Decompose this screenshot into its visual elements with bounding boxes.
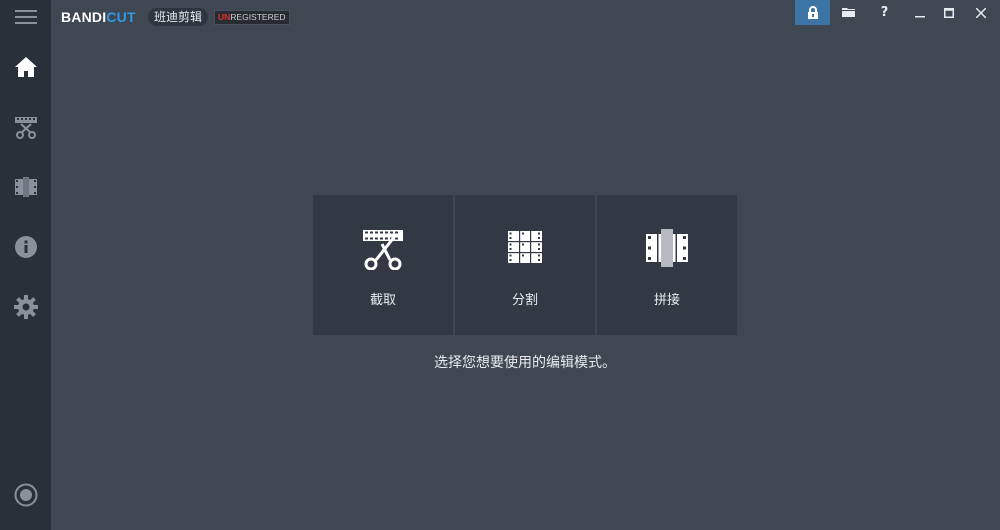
- info-icon: [14, 236, 37, 258]
- maximize-icon: [943, 7, 954, 18]
- sidebar-item-join[interactable]: [0, 165, 51, 209]
- help-button[interactable]: ?: [867, 0, 902, 25]
- lock-button[interactable]: [795, 0, 830, 25]
- sidebar-item-info[interactable]: [0, 225, 51, 269]
- close-icon: [975, 7, 986, 18]
- settings-icon: [13, 295, 38, 319]
- app-name-badge: 班迪剪辑: [148, 8, 209, 26]
- mode-split-button[interactable]: 分割: [455, 195, 595, 335]
- sidebar-item-settings[interactable]: [0, 285, 51, 329]
- mode-tiles: 截取 分割 拼接: [313, 195, 737, 335]
- mode-split-label: 分割: [511, 293, 538, 308]
- unregistered-prefix: UN: [218, 12, 231, 22]
- sidebar-item-home[interactable]: [0, 45, 51, 89]
- mode-trim-label: 截取: [369, 293, 396, 308]
- mode-join-button[interactable]: 拼接: [597, 195, 737, 335]
- trim-scissors-icon: [363, 230, 403, 270]
- sidebar-item-record[interactable]: [0, 473, 51, 517]
- home-icon: [14, 57, 37, 77]
- sidebar: [0, 0, 51, 530]
- hamburger-icon: [14, 9, 37, 24]
- minimize-icon: [914, 15, 925, 17]
- folder-icon: [841, 8, 855, 17]
- split-grid-icon: [508, 231, 542, 263]
- logo-text-bandi: BANDI: [61, 9, 107, 25]
- unregistered-suffix: REGISTERED: [230, 12, 286, 22]
- mode-trim-button[interactable]: 截取: [313, 195, 453, 335]
- open-folder-button[interactable]: [831, 0, 866, 25]
- mode-hint-text: 选择您想要使用的编辑模式。: [434, 355, 616, 371]
- help-icon: ?: [880, 5, 889, 20]
- record-icon: [14, 483, 37, 507]
- close-button[interactable]: [963, 0, 998, 25]
- trim-icon: [14, 117, 37, 139]
- lock-icon: [807, 6, 818, 19]
- menu-button[interactable]: [0, 0, 51, 33]
- logo-text-cut: CUT: [106, 9, 136, 25]
- app-logo: BANDICUT: [61, 9, 136, 25]
- join-film-icon: [646, 229, 688, 267]
- mode-join-label: 拼接: [653, 293, 680, 308]
- unregistered-badge[interactable]: UNREGISTERED: [214, 10, 290, 25]
- maximize-button[interactable]: [931, 0, 966, 25]
- join-icon: [14, 177, 37, 197]
- sidebar-item-trim[interactable]: [0, 105, 51, 149]
